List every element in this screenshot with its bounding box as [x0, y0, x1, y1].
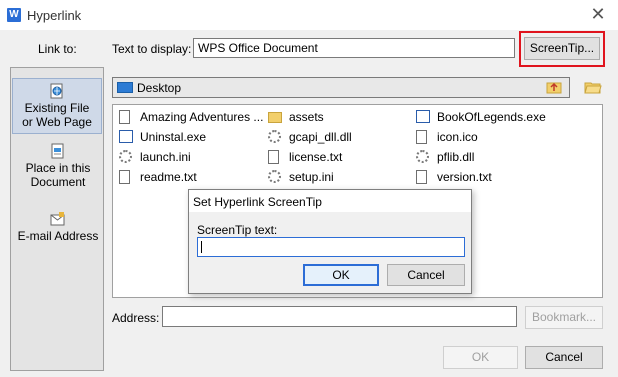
screentip-dialog: Set Hyperlink ScreenTip ScreenTip text: … [188, 189, 472, 294]
text-file-icon [416, 170, 427, 184]
address-label: Address: [112, 311, 160, 325]
link-to-place-label-2: Document [30, 175, 86, 189]
email-icon [50, 211, 66, 227]
window-title: Hyperlink [27, 8, 82, 23]
link-to-existing-file[interactable]: Existing File or Web Page [12, 78, 102, 134]
folder-dropdown[interactable]: Desktop ▼ [112, 77, 570, 98]
cancel-button[interactable]: Cancel [525, 346, 603, 369]
ok-button[interactable]: OK [443, 346, 518, 369]
bottom-edge [0, 372, 618, 377]
gear-file-icon [268, 130, 281, 143]
text-file-icon [119, 170, 130, 184]
screentip-text-label: ScreenTip text: [197, 223, 278, 237]
app-icon [119, 130, 133, 143]
screentip-dialog-title-bar: Set Hyperlink ScreenTip [189, 190, 471, 212]
link-to-sidebar: Existing File or Web Page Place in this … [10, 67, 104, 371]
link-to-email-address[interactable]: E-mail Address [11, 211, 105, 243]
bookmark-button[interactable]: Bookmark... [525, 306, 603, 329]
app-icon [416, 110, 430, 123]
text-to-display-label: Text to display: [112, 42, 192, 56]
text-file-icon [268, 150, 279, 164]
link-to-existing-file-label-1: Existing File [24, 101, 90, 115]
up-folder-icon[interactable] [546, 79, 562, 95]
globe-file-icon [49, 83, 65, 99]
screentip-button[interactable]: ScreenTip... [524, 37, 600, 60]
gear-file-icon [268, 170, 281, 183]
document-icon [119, 110, 130, 124]
link-to-email-label: E-mail Address [17, 229, 99, 243]
link-to-place-in-document[interactable]: Place in this Document [11, 143, 105, 189]
screentip-cancel-button[interactable]: Cancel [387, 264, 465, 286]
address-input[interactable] [162, 306, 517, 327]
title-bar: W Hyperlink ✕ [0, 0, 618, 30]
gear-file-icon [416, 150, 429, 163]
desktop-icon [117, 82, 133, 93]
document-icon [416, 130, 427, 144]
link-to-label: Link to: [38, 42, 77, 56]
screentip-dialog-title: Set Hyperlink ScreenTip [193, 195, 322, 209]
wps-app-icon: W [7, 8, 21, 22]
close-icon[interactable]: ✕ [590, 4, 606, 25]
screentip-ok-button[interactable]: OK [303, 264, 379, 286]
text-to-display-input[interactable] [193, 38, 515, 58]
open-folder-icon[interactable] [584, 79, 602, 95]
folder-icon [268, 112, 282, 123]
link-to-place-label-1: Place in this [25, 161, 91, 175]
current-folder: Desktop [137, 81, 182, 95]
gear-file-icon [119, 150, 132, 163]
screentip-text-input[interactable] [197, 237, 465, 257]
text-caret [201, 241, 202, 253]
document-place-icon [50, 143, 66, 159]
link-to-existing-file-label-2: or Web Page [22, 115, 92, 129]
